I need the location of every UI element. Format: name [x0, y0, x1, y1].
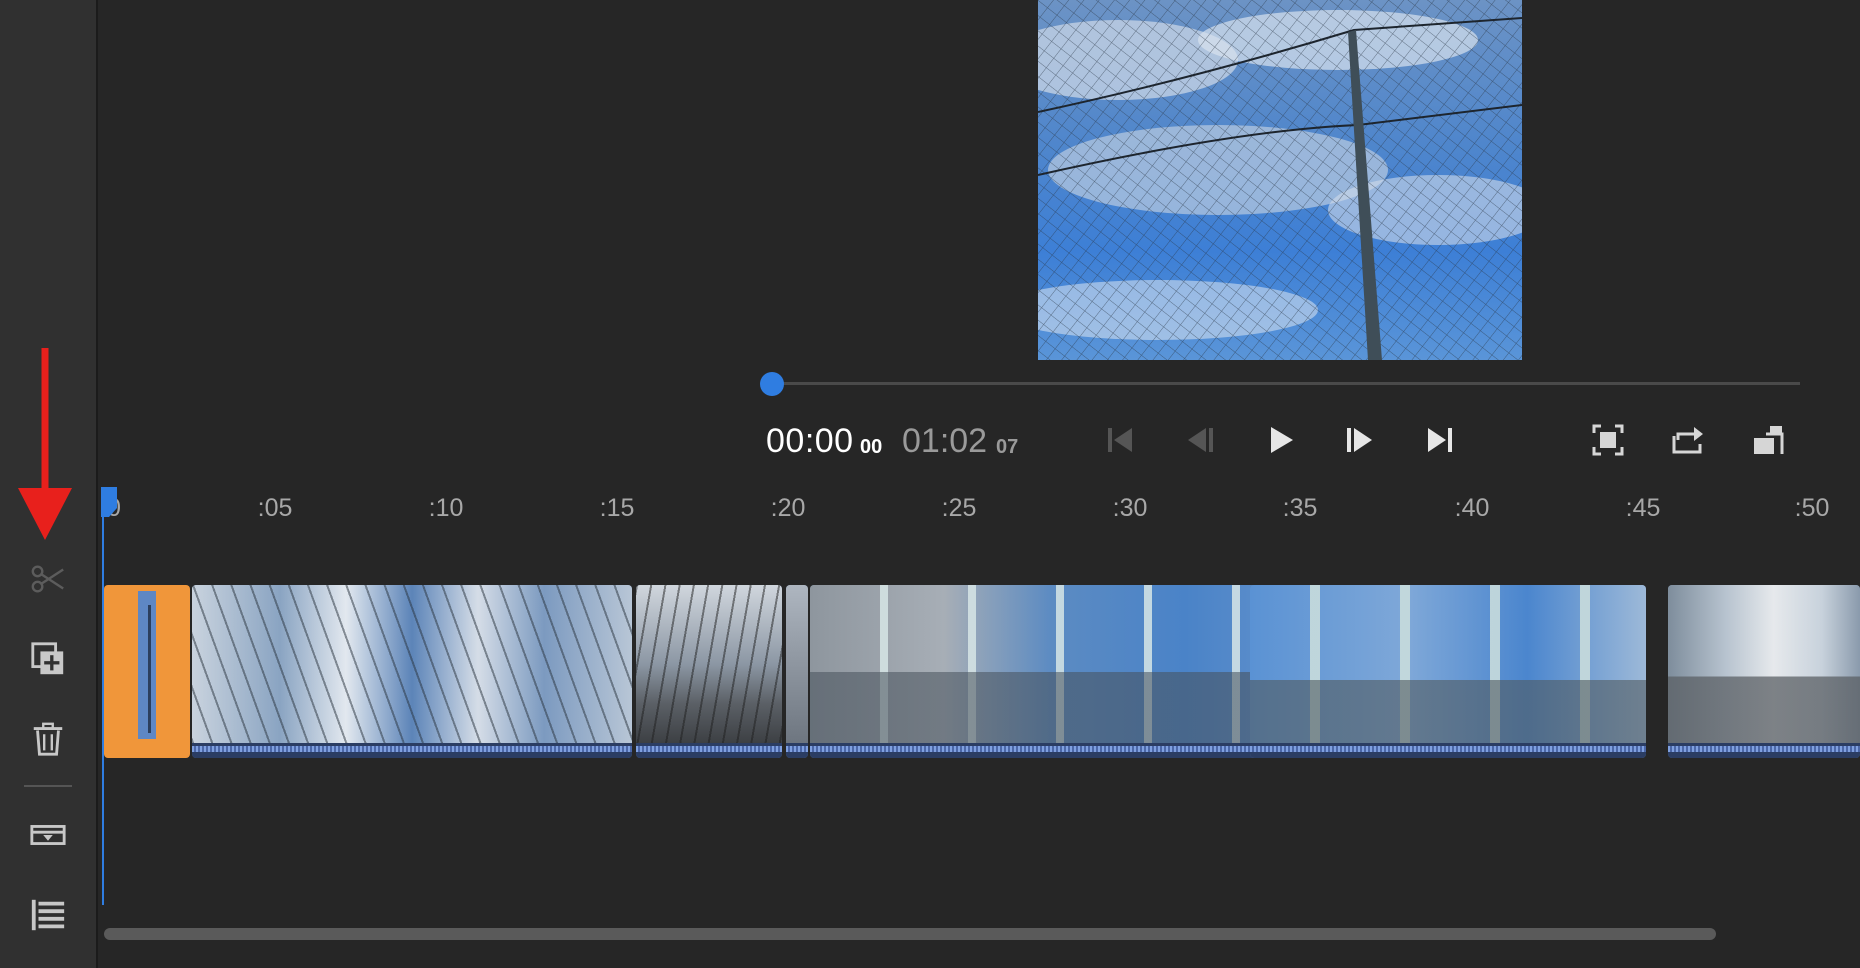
split-clip-button[interactable]: [22, 553, 74, 605]
delete-clip-button[interactable]: [22, 713, 74, 765]
list-view-button[interactable]: [22, 889, 74, 941]
timeline-ruler[interactable]: 0 :05 :10 :15 :20 :25 :30 :35 :40 :45 :5…: [100, 490, 1860, 530]
timeline-toolbar: [0, 0, 98, 968]
ruler-tick: :20: [770, 494, 806, 522]
preview-frame: [1038, 0, 1522, 360]
timeline-clip[interactable]: [192, 585, 632, 758]
go-to-start-icon: [1108, 428, 1132, 452]
trash-icon: [33, 722, 63, 756]
ruler-tick: :50: [1794, 494, 1830, 522]
scissors-icon: [31, 565, 64, 593]
scrubber-handle[interactable]: [760, 372, 784, 396]
step-back-icon: [1188, 428, 1213, 452]
ruler-tick: :30: [1112, 494, 1148, 522]
add-clip-button[interactable]: [22, 633, 74, 685]
ruler-tick: :35: [1282, 494, 1318, 522]
loop-button[interactable]: [1666, 418, 1710, 462]
track-options-icon: [30, 825, 66, 845]
ruler-tick: :45: [1625, 494, 1661, 522]
play-button[interactable]: [1258, 418, 1302, 462]
track-options-button[interactable]: [22, 809, 74, 861]
fit-to-screen-button[interactable]: [1586, 418, 1630, 462]
selected-clip[interactable]: [104, 585, 190, 758]
list-view-icon: [31, 899, 65, 931]
current-timecode-frames: 00: [860, 436, 883, 458]
timeline-clip[interactable]: [1668, 585, 1860, 758]
resize-preview-button[interactable]: [1746, 418, 1790, 462]
fit-to-screen-icon: [1592, 424, 1624, 456]
timeline-clip[interactable]: [1250, 585, 1646, 758]
playhead[interactable]: [102, 490, 104, 905]
current-timecode: 00:00: [766, 422, 854, 460]
play-icon: [1271, 427, 1293, 453]
annotation-arrow: [18, 348, 72, 540]
total-duration: 01:02: [902, 422, 988, 460]
ruler-tick: :05: [257, 494, 293, 522]
timeline-clip[interactable]: [786, 585, 808, 758]
timeline-clip[interactable]: [636, 585, 782, 758]
loop-icon: [1672, 427, 1703, 454]
step-back-button[interactable]: [1178, 418, 1222, 462]
toolbar-divider: [24, 785, 72, 787]
go-to-end-icon: [1428, 428, 1452, 452]
scrubber-track[interactable]: [772, 382, 1800, 385]
ruler-tick: :40: [1454, 494, 1490, 522]
add-clip-icon: [31, 642, 64, 675]
ruler-tick: :25: [941, 494, 977, 522]
go-to-end-button[interactable]: [1418, 418, 1462, 462]
video-preview: [1038, 0, 1522, 360]
timeline-horizontal-scrollbar[interactable]: [104, 928, 1716, 940]
resize-preview-icon: [1754, 426, 1784, 454]
step-forward-icon: [1347, 428, 1372, 452]
total-duration-frames: 07: [996, 436, 1019, 458]
ruler-tick: :15: [599, 494, 635, 522]
go-to-start-button[interactable]: [1098, 418, 1142, 462]
video-track: [102, 585, 1860, 758]
step-forward-button[interactable]: [1338, 418, 1382, 462]
ruler-tick: :10: [428, 494, 464, 522]
